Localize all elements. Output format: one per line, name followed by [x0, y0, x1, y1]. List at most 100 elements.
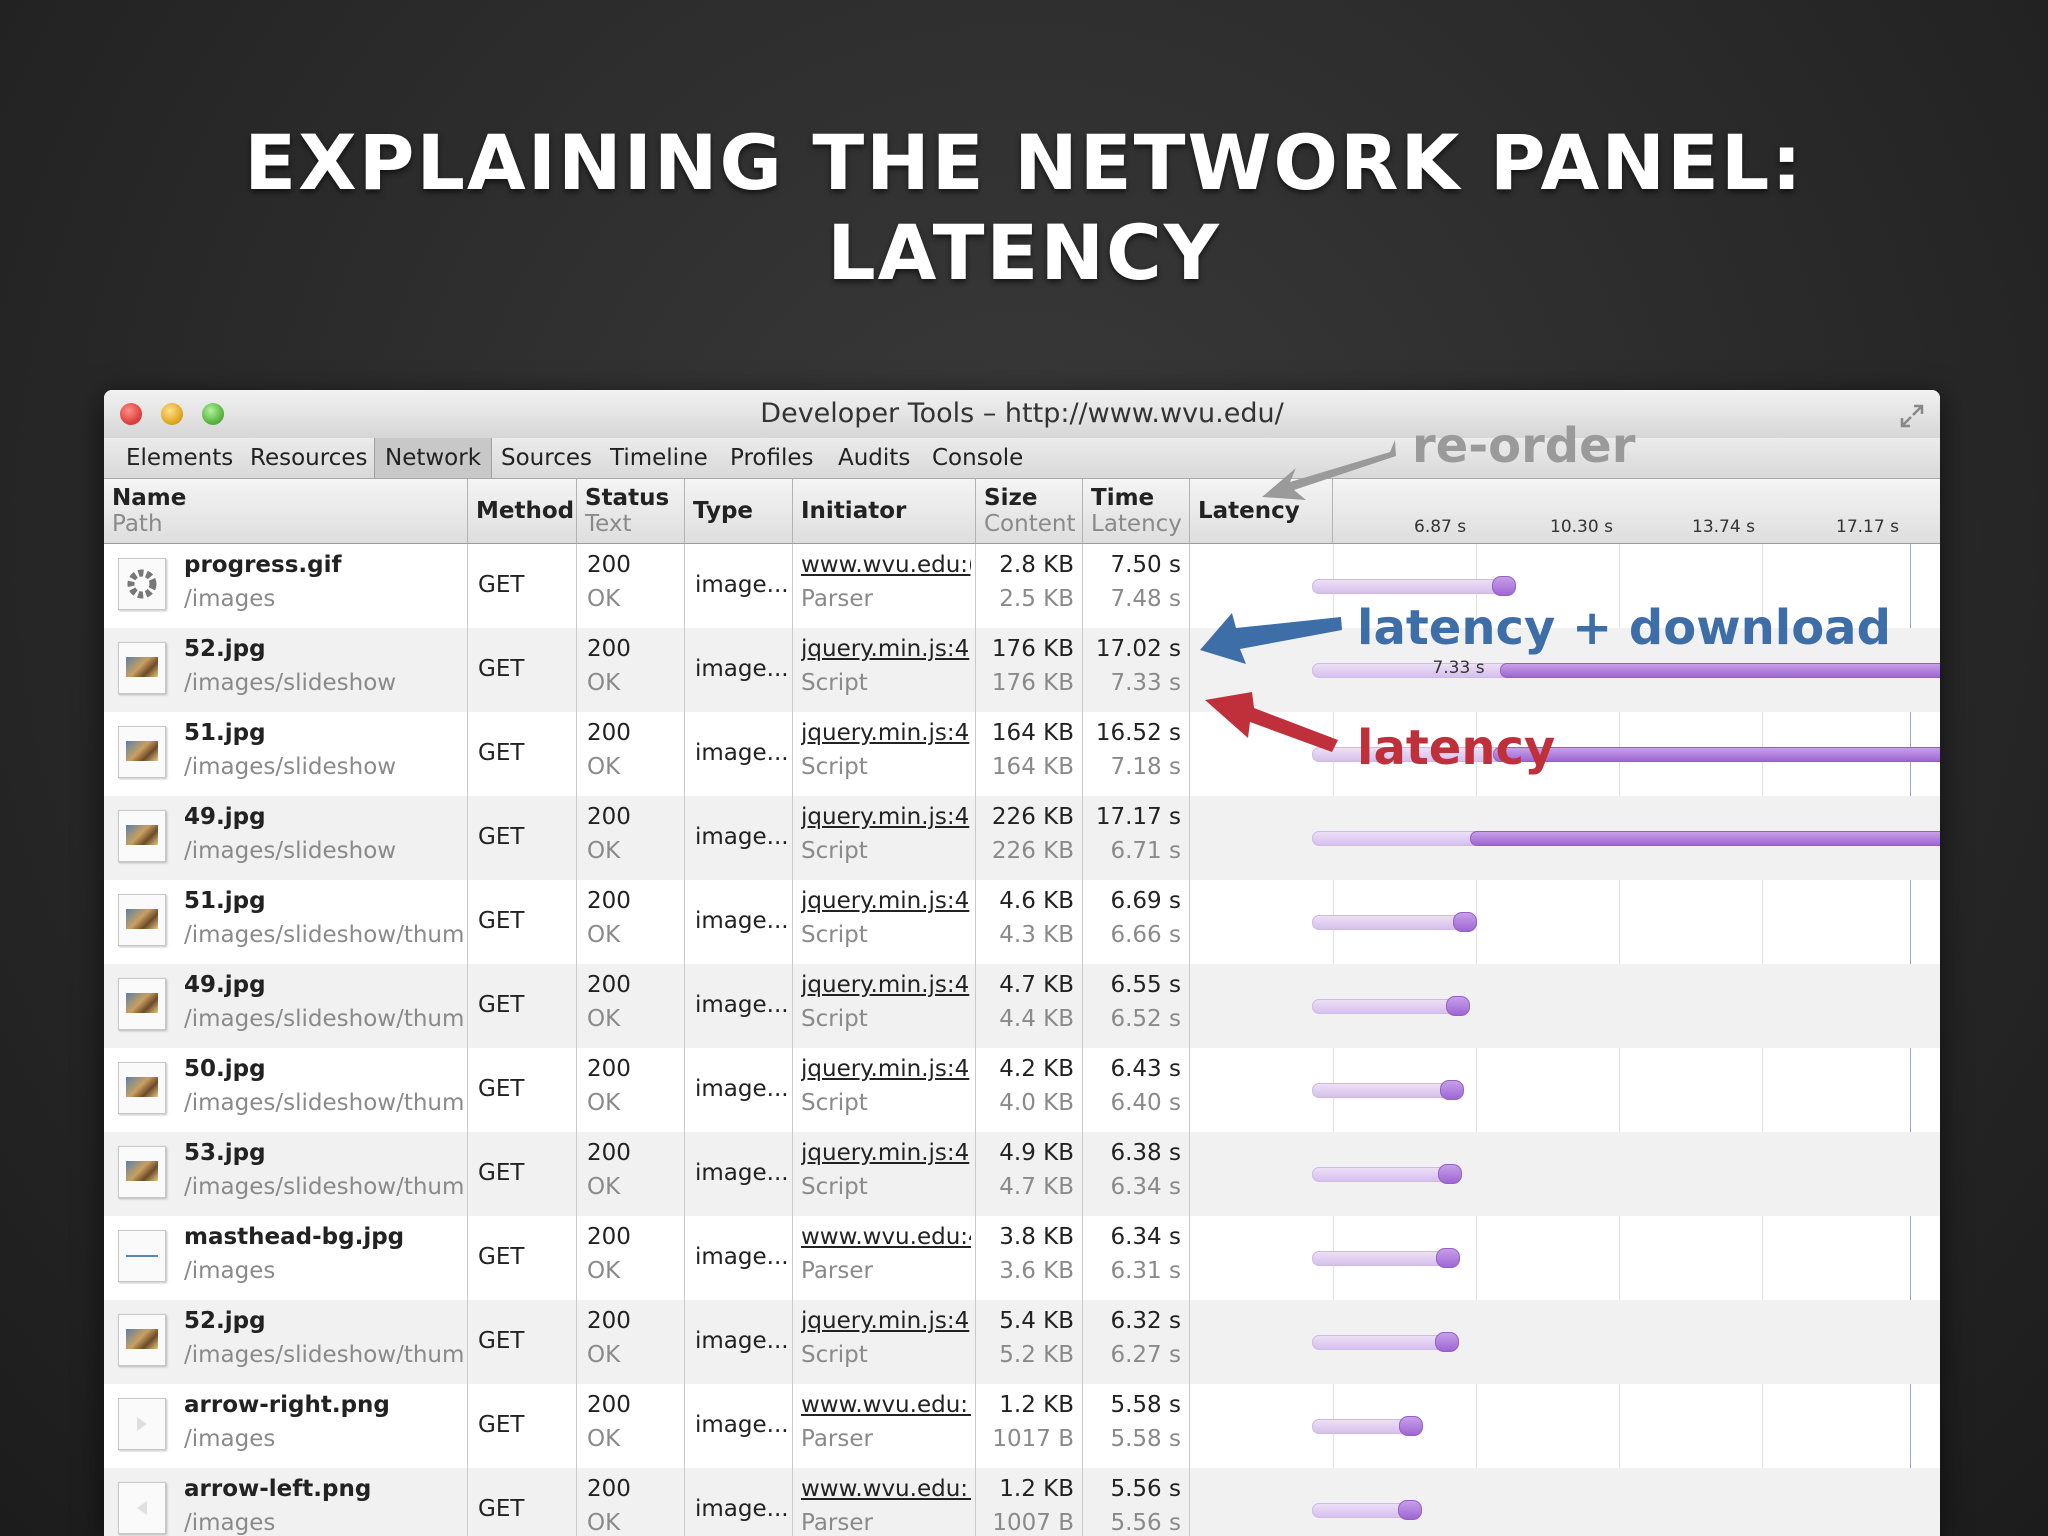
initiator-link[interactable]: www.wvu.edu:4 — [801, 1224, 971, 1250]
tab-profiles[interactable]: Profiles — [720, 438, 824, 478]
latency-bar — [1312, 579, 1511, 594]
file-thumbnail-icon — [118, 642, 166, 694]
request-row[interactable]: 53.jpg/images/slideshow/thum GET 200 OK imag… — [104, 1132, 1940, 1216]
cell-initiator: jquery.min.js:4 Script — [793, 1300, 976, 1384]
bar-inline-label: 7.33 s — [1432, 658, 1485, 678]
cell-name[interactable]: 50.jpg/images/slideshow/thum — [104, 1048, 468, 1132]
header-initiator-label: Initiator — [801, 498, 907, 524]
grid-header: Name Path Method Status Text Type Initia… — [104, 479, 1940, 544]
cell-status: 200 OK — [577, 796, 685, 880]
initiator-link[interactable]: jquery.min.js:4 — [801, 636, 971, 662]
request-row[interactable]: masthead-bg.jpg/images GET 200 OK image... ww… — [104, 1216, 1940, 1300]
size-value: 226 KB — [991, 804, 1074, 830]
cell-name[interactable]: 53.jpg/images/slideshow/thum — [104, 1132, 468, 1216]
tab-resources[interactable]: Resources — [240, 438, 377, 478]
initiator-link[interactable]: www.wvu.edu:! — [801, 1392, 971, 1418]
cell-method: GET — [468, 1300, 577, 1384]
download-bar — [1492, 747, 1940, 762]
time-value: 6.43 s — [1110, 1056, 1181, 1082]
cell-name[interactable]: 51.jpg/images/slideshow/thum — [104, 880, 468, 964]
status-text: OK — [587, 922, 621, 948]
tab-audits[interactable]: Audits — [828, 438, 920, 478]
status-text: OK — [587, 1342, 621, 1368]
file-thumbnail-icon — [118, 1146, 166, 1198]
initiator-link[interactable]: www.wvu.edu:( — [801, 552, 971, 578]
file-thumbnail-icon — [118, 726, 166, 778]
download-bar — [1500, 663, 1940, 678]
cell-size: 2.8 KB 2.5 KB — [976, 544, 1083, 628]
cell-name[interactable]: arrow-left.png/images — [104, 1468, 468, 1536]
initiator-link[interactable]: jquery.min.js:4 — [801, 1308, 971, 1334]
header-name-label: Name — [112, 485, 187, 511]
tab-console[interactable]: Console — [922, 438, 1033, 478]
initiator-link[interactable]: jquery.min.js:4 — [801, 1140, 971, 1166]
download-dot — [1435, 1248, 1460, 1268]
tab-timeline[interactable]: Timeline — [600, 438, 718, 478]
initiator-link[interactable]: www.wvu.edu:! — [801, 1476, 971, 1502]
initiator-type: Script — [801, 922, 868, 948]
cell-status: 200 OK — [577, 964, 685, 1048]
cell-method: GET — [468, 628, 577, 712]
initiator-type: Parser — [801, 1426, 873, 1452]
initiator-link[interactable]: jquery.min.js:4 — [801, 972, 971, 998]
request-row[interactable]: arrow-left.png/images GET 200 OK image... www… — [104, 1468, 1940, 1536]
fullscreen-icon[interactable] — [1898, 402, 1926, 430]
tab-sources[interactable]: Sources — [491, 438, 602, 478]
tab-elements[interactable]: Elements — [116, 438, 243, 478]
initiator-link[interactable]: jquery.min.js:4 — [801, 1056, 971, 1082]
header-status[interactable]: Status Text — [577, 479, 685, 543]
cell-method: GET — [468, 544, 577, 628]
request-row[interactable]: 52.jpg/images/slideshow/thum GET 200 OK imag… — [104, 1300, 1940, 1384]
request-row[interactable]: 51.jpg/images/slideshow/thum GET 200 OK imag… — [104, 880, 1940, 964]
method-value: GET — [478, 824, 525, 850]
slide-title-line1: EXPLAINING THE NETWORK PANEL: — [244, 118, 1804, 207]
request-row[interactable]: 49.jpg/images/slideshow/thum GET 200 OK imag… — [104, 964, 1940, 1048]
cell-method: GET — [468, 1048, 577, 1132]
method-value: GET — [478, 1244, 525, 1270]
cell-method: GET — [468, 712, 577, 796]
initiator-link[interactable]: jquery.min.js:4 — [801, 888, 971, 914]
request-row[interactable]: arrow-right.png/images GET 200 OK image... ww… — [104, 1384, 1940, 1468]
header-type[interactable]: Type — [685, 479, 793, 543]
header-initiator[interactable]: Initiator — [793, 479, 976, 543]
timeline-tick: 13.74 s — [1692, 517, 1755, 537]
size-value: 1.2 KB — [999, 1476, 1074, 1502]
cell-name[interactable]: 49.jpg/images/slideshow/thum — [104, 964, 468, 1048]
header-time[interactable]: Time Latency — [1083, 479, 1190, 543]
initiator-type: Parser — [801, 1510, 873, 1536]
cell-name[interactable]: masthead-bg.jpg/images — [104, 1216, 468, 1300]
cell-name[interactable]: 52.jpg/images/slideshow/thum — [104, 1300, 468, 1384]
header-size[interactable]: Size Content — [976, 479, 1083, 543]
header-name[interactable]: Name Path — [104, 479, 468, 543]
file-name: progress.gif — [184, 552, 342, 578]
cell-method: GET — [468, 964, 577, 1048]
status-code: 200 — [587, 1308, 631, 1334]
size-value: 4.2 KB — [999, 1056, 1074, 1082]
tab-network[interactable]: Network — [374, 438, 493, 478]
method-value: GET — [478, 1412, 525, 1438]
file-path: /images/slideshow/thum — [184, 1174, 465, 1200]
download-dot — [1445, 996, 1470, 1016]
header-timeline-sort[interactable]: Latency — [1190, 479, 1333, 543]
cell-name[interactable]: 52.jpg/images/slideshow — [104, 628, 468, 712]
cell-name[interactable]: 49.jpg/images/slideshow — [104, 796, 468, 880]
cell-name[interactable]: progress.gif/images — [104, 544, 468, 628]
cell-type: image... — [685, 628, 793, 712]
content-value: 4.7 KB — [999, 1174, 1074, 1200]
request-row[interactable]: 50.jpg/images/slideshow/thum GET 200 OK imag… — [104, 1048, 1940, 1132]
size-value: 4.9 KB — [999, 1140, 1074, 1166]
latency-value: 5.58 s — [1110, 1426, 1181, 1452]
content-value: 2.5 KB — [999, 586, 1074, 612]
latency-value: 6.40 s — [1110, 1090, 1181, 1116]
cell-name[interactable]: arrow-right.png/images — [104, 1384, 468, 1468]
request-row[interactable]: 49.jpg/images/slideshow GET 200 OK image... j… — [104, 796, 1940, 880]
initiator-link[interactable]: jquery.min.js:4 — [801, 720, 971, 746]
initiator-link[interactable]: jquery.min.js:4 — [801, 804, 971, 830]
initiator-type: Script — [801, 754, 868, 780]
request-row[interactable]: 51.jpg/images/slideshow GET 200 OK image... j… — [104, 712, 1940, 796]
header-method[interactable]: Method — [468, 479, 577, 543]
cell-name[interactable]: 51.jpg/images/slideshow — [104, 712, 468, 796]
cell-status: 200 OK — [577, 544, 685, 628]
method-value: GET — [478, 1496, 525, 1522]
cell-method: GET — [468, 1384, 577, 1468]
